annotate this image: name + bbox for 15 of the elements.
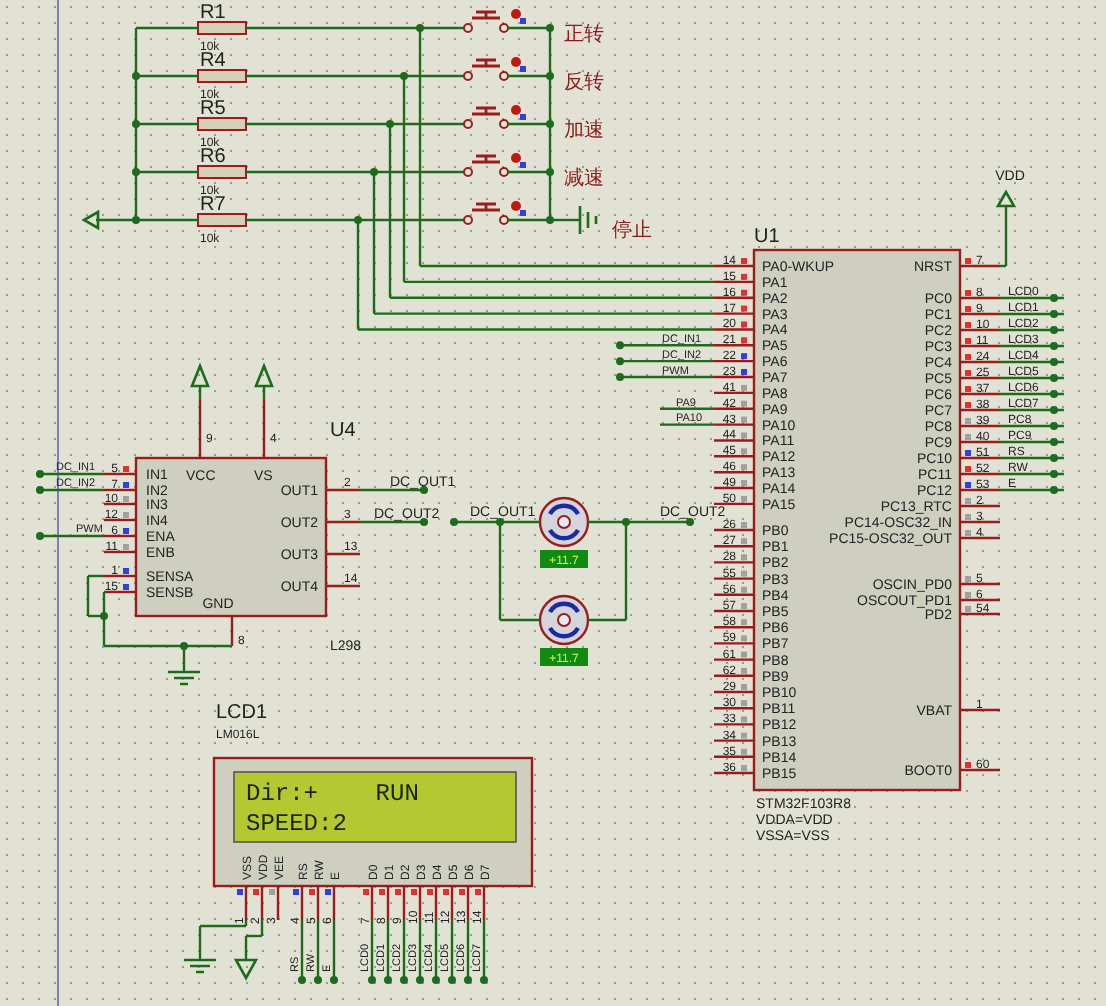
component-ref: LCD1 xyxy=(216,702,268,724)
button-label: 加速 xyxy=(564,120,604,142)
component-ref: U4 xyxy=(330,420,356,442)
button-label: 停止 xyxy=(612,220,652,242)
resistor-ref: R6 xyxy=(200,146,226,168)
lcd-text: SPEED:2 xyxy=(246,810,347,838)
component-ref: U1 xyxy=(754,226,780,248)
button-label: 正转 xyxy=(564,24,604,46)
button-label: 反转 xyxy=(564,72,604,94)
resistor-ref: R5 xyxy=(200,98,226,120)
resistor-ref: R1 xyxy=(200,2,226,24)
resistor-ref: R4 xyxy=(200,50,226,72)
lcd-text: Dir:+ RUN xyxy=(246,780,419,808)
resistor-ref: R7 xyxy=(200,194,226,216)
button-label: 减速 xyxy=(564,168,604,190)
